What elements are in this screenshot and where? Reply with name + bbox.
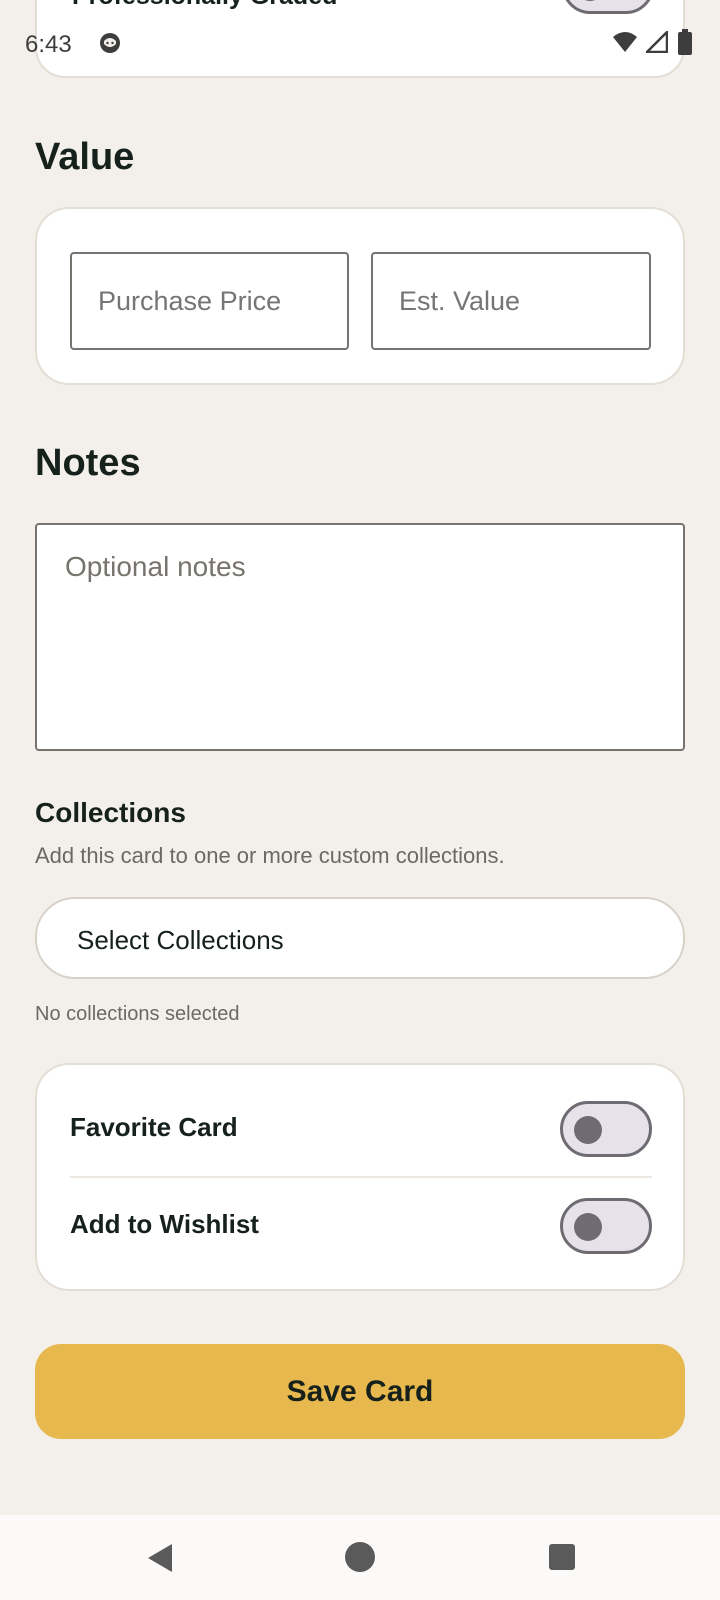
home-icon[interactable] [345, 1542, 375, 1572]
est-value-input[interactable] [371, 252, 651, 350]
battery-icon [678, 29, 692, 55]
collections-status: No collections selected [35, 1003, 240, 1025]
favorite-toggle[interactable] [560, 1101, 652, 1157]
notes-textarea[interactable]: Optional notes [35, 523, 685, 751]
toggle-knob [574, 1116, 602, 1144]
value-card [35, 207, 685, 385]
collections-description: Add this card to one or more custom coll… [35, 843, 505, 868]
select-collections-label: Select Collections [77, 925, 284, 955]
select-collections-button[interactable]: Select Collections [35, 897, 685, 979]
notification-face-icon [100, 33, 120, 53]
toggle-knob [576, 0, 604, 1]
purchase-price-input[interactable] [70, 252, 349, 350]
wishlist-toggle[interactable] [560, 1198, 652, 1254]
value-title: Value [35, 136, 135, 178]
notes-placeholder: Optional notes [65, 551, 246, 582]
wishlist-label: Add to Wishlist [70, 1209, 259, 1239]
signal-icon [646, 31, 668, 53]
divider [70, 1176, 652, 1178]
graded-label: Professionally Graded [72, 0, 337, 11]
navigation-bar [0, 1515, 720, 1600]
status-time: 6:43 [25, 31, 72, 58]
wifi-icon [613, 32, 637, 52]
collections-title: Collections [35, 797, 186, 828]
back-icon[interactable] [146, 1542, 174, 1574]
toggle-knob [574, 1213, 602, 1241]
notes-title: Notes [35, 442, 141, 484]
graded-toggle[interactable] [562, 0, 654, 14]
favorite-label: Favorite Card [70, 1112, 238, 1142]
flags-card: Favorite Card Add to Wishlist [35, 1063, 685, 1291]
save-card-button[interactable]: Save Card [35, 1344, 685, 1439]
recent-apps-icon[interactable] [549, 1544, 575, 1570]
status-bar: 6:43 [0, 20, 720, 68]
